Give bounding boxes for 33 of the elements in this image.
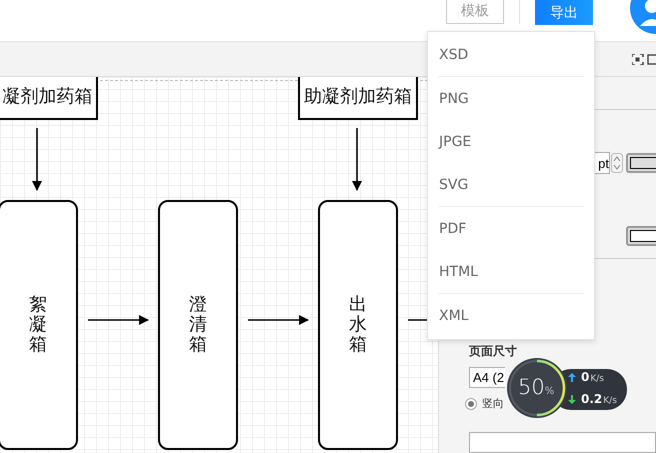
arrow: [352, 128, 362, 191]
page-size-label: 页面尺寸: [469, 343, 518, 360]
usage-gauge: [506, 357, 568, 419]
process-tank-node: 絮凝箱: [0, 200, 78, 450]
export-menu-item[interactable]: HTML: [428, 250, 594, 293]
orientation-radio[interactable]: 竖向: [465, 396, 504, 412]
export-menu-item[interactable]: XML: [428, 294, 594, 337]
arrow: [88, 315, 149, 325]
fit-icon[interactable]: [632, 54, 656, 64]
arrow: [32, 128, 42, 191]
up-arrow-icon: [568, 372, 576, 382]
dosing-tank-node: 助凝剂加药箱: [298, 77, 418, 120]
line-width-field[interactable]: pt: [595, 152, 610, 174]
usage-percent: 50%: [518, 375, 554, 399]
process-tank-node: 澄清箱: [158, 200, 238, 450]
down-arrow-icon: [568, 394, 576, 404]
upload-speed: 0 K/s: [568, 370, 604, 384]
fill-color-swatch[interactable]: [626, 226, 656, 246]
dosing-tank-node: 凝剂加药箱: [0, 77, 98, 120]
export-menu-item[interactable]: PDF: [428, 207, 594, 250]
page-size-select[interactable]: A4 (2: [469, 367, 505, 388]
export-button[interactable]: 导出: [535, 0, 593, 25]
spinner-icon[interactable]: [611, 153, 623, 173]
export-menu-item[interactable]: XSD: [428, 33, 594, 76]
export-menu-item[interactable]: PNG: [428, 77, 594, 120]
avatar-icon[interactable]: [630, 0, 656, 34]
arrow: [248, 315, 309, 325]
download-speed: 0.2 K/s: [568, 392, 617, 406]
line-color-swatch[interactable]: [626, 153, 656, 173]
process-tank-node: 出水箱: [318, 200, 398, 450]
export-menu-item[interactable]: SVG: [428, 163, 594, 206]
export-menu-item[interactable]: JPGE: [428, 120, 594, 163]
template-button[interactable]: 模板: [446, 0, 504, 24]
